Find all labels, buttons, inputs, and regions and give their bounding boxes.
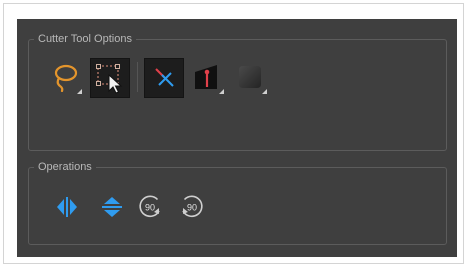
operations-title: Operations — [34, 159, 96, 175]
rotate-cw-label: 90 — [145, 203, 155, 213]
tip-style-button[interactable] — [189, 59, 225, 95]
lasso-mode-button[interactable] — [47, 59, 83, 95]
gesture-cut-icon — [155, 68, 174, 87]
rotate-ccw-label: 90 — [187, 203, 197, 213]
brush-swatch-button[interactable] — [232, 59, 268, 95]
rotate-90-ccw-button[interactable]: 90 — [177, 193, 205, 221]
operations-group: Operations 90 90 — [28, 159, 447, 245]
tip-style-icon — [195, 65, 217, 89]
submenu-indicator-icon — [77, 89, 82, 94]
tool-options-group: Cutter Tool Options — [28, 31, 447, 151]
rotate-ccw-icon: 90 — [182, 195, 203, 218]
rotate-cw-icon: 90 — [139, 195, 160, 218]
swatch-icon — [239, 66, 261, 88]
flip-vertical-button[interactable] — [98, 193, 126, 221]
marquee-select-icon — [96, 64, 123, 94]
cutter-tool-properties-panel: Cutter Tool Options Operations 90 90 — [17, 19, 457, 257]
flip-horizontal-button[interactable] — [53, 193, 81, 221]
rotate-90-cw-button[interactable]: 90 — [137, 193, 165, 221]
submenu-indicator-icon — [262, 89, 267, 94]
flip-horizontal-icon — [57, 197, 77, 217]
toolbar-separator — [137, 62, 138, 92]
flip-vertical-icon — [102, 197, 122, 217]
lasso-icon — [54, 64, 78, 92]
gesture-cut-button[interactable] — [144, 58, 184, 98]
submenu-indicator-icon — [219, 89, 224, 94]
marquee-mode-button[interactable] — [90, 58, 130, 98]
tool-options-title: Cutter Tool Options — [34, 31, 136, 47]
